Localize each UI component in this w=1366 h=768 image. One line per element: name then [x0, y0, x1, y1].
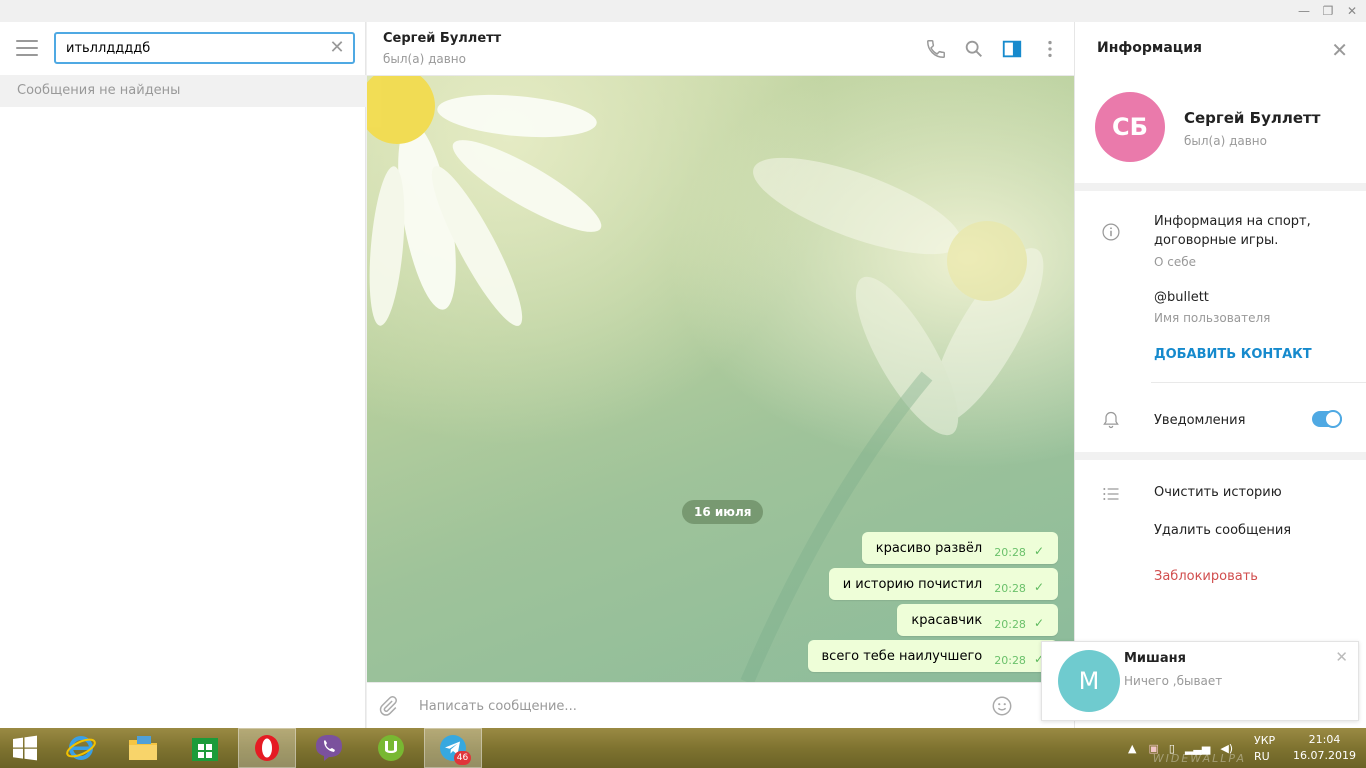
- bio-label: О себе: [1154, 255, 1197, 269]
- profile-status: был(а) давно: [1184, 134, 1267, 148]
- window-close-button[interactable]: ✕: [1338, 0, 1366, 22]
- delete-messages-button[interactable]: Удалить сообщения: [1154, 523, 1291, 538]
- language-indicator[interactable]: УКР RU: [1254, 733, 1275, 765]
- avatar[interactable]: СБ: [1095, 92, 1165, 162]
- search-clear-icon[interactable]: ✕: [327, 38, 347, 58]
- telegram-taskbar-button[interactable]: 46: [424, 728, 482, 768]
- folder-icon: [129, 736, 157, 760]
- language-bottom: RU: [1254, 750, 1270, 763]
- notifications-toggle[interactable]: [1312, 410, 1342, 428]
- username-label: Имя пользователя: [1154, 311, 1271, 325]
- tray-arrow-icon[interactable]: ▲: [1128, 742, 1136, 755]
- utorrent-icon: [378, 735, 404, 761]
- opera-icon: [255, 735, 279, 761]
- message-bubble[interactable]: красиво развёл 20:28 ✓: [861, 532, 1058, 564]
- message-text: и историю почистил: [842, 576, 983, 592]
- file-explorer-taskbar-button[interactable]: [114, 728, 172, 768]
- watermark: WIDEWALLPA: [1152, 752, 1246, 765]
- message-bubble[interactable]: всего тебе наилучшего 20:28 ✓: [807, 640, 1058, 672]
- chat-status: был(а) давно: [383, 52, 466, 66]
- message-composer: [367, 682, 1074, 728]
- search-box: ✕: [54, 32, 355, 64]
- viber-icon: [316, 735, 342, 761]
- clock-time: 21:04: [1308, 733, 1341, 746]
- clock-date: 16.07.2019: [1293, 749, 1356, 762]
- clear-history-button[interactable]: Очистить историю: [1154, 485, 1282, 500]
- phone-icon[interactable]: [925, 38, 947, 60]
- utorrent-taskbar-button[interactable]: [362, 728, 420, 768]
- message-time: 20:28: [994, 545, 1026, 559]
- bell-icon: [1103, 411, 1119, 429]
- section-divider: [1075, 452, 1366, 460]
- divider: [1151, 382, 1366, 383]
- store-taskbar-button[interactable]: [176, 728, 234, 768]
- message-text: красиво развёл: [875, 540, 983, 556]
- username-value[interactable]: @bullett: [1154, 288, 1209, 307]
- info-panel: Информация ✕ СБ Сергей Буллетт был(а) да…: [1074, 22, 1366, 728]
- language-top: УКР: [1254, 734, 1276, 747]
- store-icon: [192, 738, 218, 761]
- windows-logo-icon: [13, 735, 37, 761]
- read-check-icon: ✓: [1033, 544, 1044, 558]
- list-icon: [1103, 488, 1119, 500]
- start-button[interactable]: [0, 728, 50, 768]
- dialogs-panel: ✕ Сообщения не найдены: [0, 22, 366, 728]
- taskbar: 46 ▲ ▣ ▯ ▂▃▅ ◀) УКР RU WIDEWALLPA 21:04 …: [0, 728, 1366, 768]
- profile-name: Сергей Буллетт: [1184, 109, 1321, 127]
- message-input[interactable]: [419, 695, 979, 717]
- info-panel-title: Информация: [1097, 40, 1202, 56]
- opera-taskbar-button[interactable]: [238, 728, 296, 768]
- notification-text: Ничего ,бывает: [1124, 674, 1223, 688]
- add-contact-button[interactable]: ДОБАВИТЬ КОНТАКТ: [1154, 347, 1312, 362]
- notifications-label: Уведомления: [1154, 413, 1246, 428]
- notification-sender: Мишаня: [1124, 651, 1186, 666]
- message-time: 20:28: [994, 653, 1026, 667]
- chat-title[interactable]: Сергей Буллетт: [383, 31, 501, 46]
- avatar: М: [1058, 650, 1120, 712]
- info-icon: [1102, 223, 1120, 241]
- read-check-icon: ✓: [1033, 616, 1044, 630]
- message-time: 20:28: [994, 581, 1026, 595]
- sidebar-toggle-icon[interactable]: [1001, 38, 1023, 60]
- clock[interactable]: 21:04 16.07.2019: [1293, 732, 1356, 764]
- chat-messages-area: 16 июля красиво развёл 20:28 ✓ и историю…: [367, 76, 1074, 682]
- message-text: всего тебе наилучшего: [821, 648, 983, 664]
- window-titlebar: — ❐ ✕: [0, 0, 1366, 22]
- message-bubble[interactable]: красавчик 20:28 ✓: [897, 604, 1058, 636]
- no-results-label: Сообщения не найдены: [0, 75, 366, 107]
- message-text: красавчик: [911, 612, 983, 628]
- close-icon[interactable]: ✕: [1335, 648, 1348, 666]
- search-input[interactable]: [56, 34, 316, 62]
- bio-text: Информация на спорт, договорные игры.: [1154, 214, 1311, 248]
- unread-badge: 46: [454, 751, 471, 765]
- message-time: 20:28: [994, 617, 1026, 631]
- search-icon[interactable]: [963, 38, 985, 60]
- more-options-icon[interactable]: [1039, 38, 1061, 60]
- message-bubble[interactable]: и историю почистил 20:28 ✓: [828, 568, 1058, 600]
- hamburger-menu-icon[interactable]: [16, 40, 38, 56]
- viber-taskbar-button[interactable]: [300, 728, 358, 768]
- date-separator: 16 июля: [682, 500, 764, 524]
- attach-icon[interactable]: [377, 695, 399, 717]
- notification-popup[interactable]: М Мишаня Ничего ,бывает ✕: [1041, 641, 1359, 721]
- chat-header: Сергей Буллетт был(а) давно: [367, 22, 1074, 76]
- read-check-icon: ✓: [1033, 580, 1044, 594]
- close-icon[interactable]: ✕: [1331, 38, 1348, 62]
- block-user-button[interactable]: Заблокировать: [1154, 569, 1258, 584]
- emoji-icon[interactable]: [991, 695, 1013, 717]
- section-divider: [1075, 183, 1366, 191]
- internet-explorer-taskbar-button[interactable]: [52, 728, 110, 768]
- internet-explorer-icon: [66, 736, 96, 760]
